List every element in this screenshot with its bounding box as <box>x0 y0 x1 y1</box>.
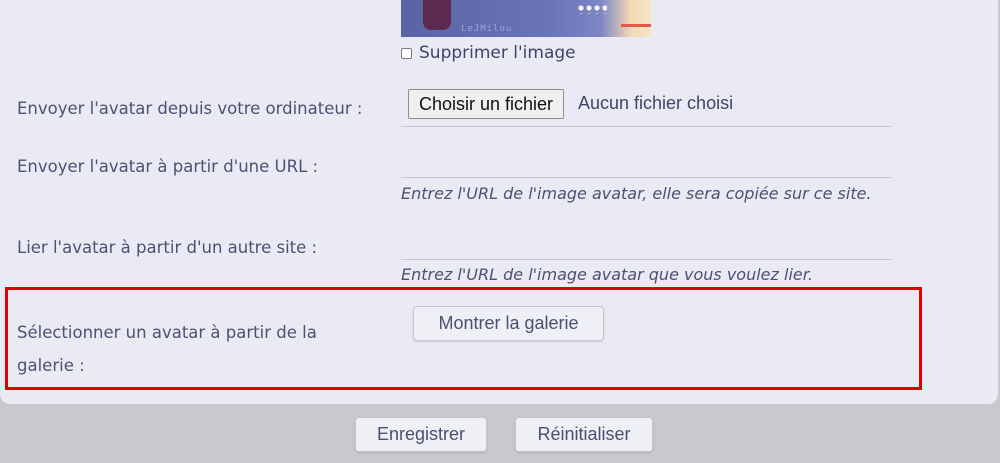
current-avatar-image: LeJMilou <box>401 0 651 37</box>
upload-label: Envoyer l'avatar depuis votre ordinateur… <box>17 99 363 118</box>
gallery-highlight-box <box>5 287 922 390</box>
avatar-figure <box>423 0 451 30</box>
file-upload-field: Choisir un fichier Aucun fichier choisi <box>401 88 891 127</box>
url-upload-input[interactable] <box>401 148 891 178</box>
delete-image-option[interactable]: Supprimer l'image <box>401 43 576 63</box>
link-avatar-label: Lier l'avatar à partir d'un autre site : <box>17 238 318 257</box>
choose-file-button[interactable]: Choisir un fichier <box>408 89 565 119</box>
url-upload-hint: Entrez l'URL de l'image avatar, elle ser… <box>401 184 872 203</box>
avatar-decoration <box>577 4 607 14</box>
delete-image-label: Supprimer l'image <box>419 43 576 63</box>
reset-button[interactable]: Réinitialiser <box>515 417 653 452</box>
url-upload-label: Envoyer l'avatar à partir d'une URL : <box>17 157 319 176</box>
delete-image-checkbox[interactable] <box>401 47 412 59</box>
file-status-text: Aucun fichier choisi <box>578 93 734 113</box>
link-avatar-hint: Entrez l'URL de l'image avatar que vous … <box>401 265 813 284</box>
link-avatar-input[interactable] <box>401 230 891 260</box>
avatar-stripe <box>621 24 651 27</box>
avatar-watermark: LeJMilou <box>461 24 513 34</box>
save-button[interactable]: Enregistrer <box>355 417 487 452</box>
